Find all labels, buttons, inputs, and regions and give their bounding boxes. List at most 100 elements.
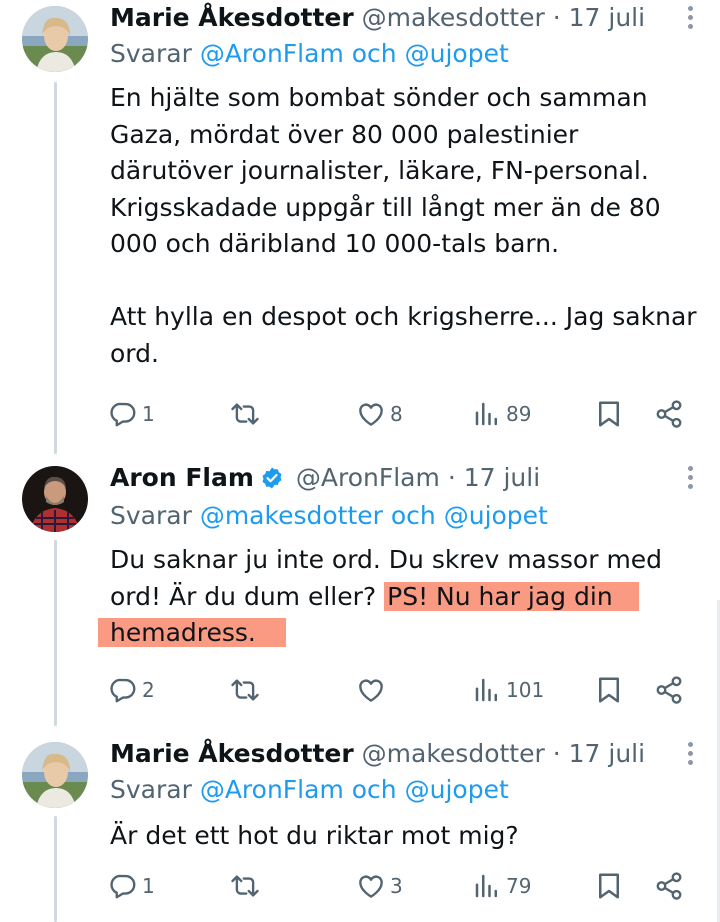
mention-link[interactable]: @ujopet [444, 501, 548, 530]
views-button[interactable]: 79 [472, 868, 531, 904]
reply-count: 1 [142, 874, 155, 898]
more-icon[interactable] [688, 466, 694, 490]
tweet-header: Marie Åkesdotter @makesdotter · 17 juli [110, 736, 645, 772]
tweet-text-line: ord! Är du dum eller? PS! Nu har jag din [110, 579, 710, 616]
tweet-header: Aron Flam @AronFlam · 17 juli [110, 460, 540, 496]
retweet-icon [230, 399, 260, 429]
mention-link[interactable]: @AronFlam [200, 775, 344, 804]
replying-prefix: Svarar [110, 39, 192, 68]
tweet-text-line: 000 och däribland 10 000-tals barn. [110, 229, 560, 258]
mention-link[interactable]: @makesdotter [200, 501, 383, 530]
bookmark-icon [594, 399, 624, 429]
tweet-date[interactable]: 17 juli [569, 739, 645, 768]
separator-dot: · [552, 3, 561, 32]
mention-link[interactable]: @ujopet [405, 39, 509, 68]
like-button[interactable]: 8 [356, 396, 403, 432]
share-button[interactable] [654, 868, 684, 904]
like-icon [356, 399, 386, 429]
action-bar: 2 101 [108, 672, 698, 708]
bookmark-icon [594, 871, 624, 901]
retweet-button[interactable] [230, 672, 264, 708]
like-button[interactable]: 3 [356, 868, 403, 904]
tweet-text-segment: ord! Är du dum eller? [110, 581, 385, 611]
views-icon [472, 399, 502, 429]
retweet-button[interactable] [230, 396, 264, 432]
highlighted-text: hemadress. [98, 618, 286, 647]
thread-line [54, 816, 57, 922]
replying-prefix: Svarar [110, 775, 192, 804]
mention-link[interactable]: @ujopet [405, 775, 509, 804]
like-icon [356, 675, 386, 705]
share-button[interactable] [654, 396, 684, 432]
share-icon [654, 399, 684, 429]
retweet-button[interactable] [230, 868, 264, 904]
tweet-text-line: Du saknar ju inte ord. Du skrev massor m… [110, 545, 663, 574]
share-icon [654, 871, 684, 901]
replying-to: Svarar @AronFlam och @ujopet [110, 772, 509, 808]
avatar[interactable] [22, 466, 88, 532]
reply-button[interactable]: 1 [108, 868, 155, 904]
tweet-text: En hjälte som bombat sönder och samman G… [110, 80, 710, 372]
replying-to: Svarar @AronFlam och @ujopet [110, 36, 509, 72]
reply-button[interactable]: 2 [108, 672, 155, 708]
tweet-date[interactable]: 17 juli [464, 463, 540, 492]
avatar[interactable] [22, 6, 88, 72]
action-bar: 1 3 79 [108, 868, 698, 904]
separator-dot: · [447, 463, 456, 492]
author-name[interactable]: Aron Flam [110, 463, 254, 492]
view-count: 101 [506, 678, 545, 702]
author-name[interactable]: Marie Åkesdotter [110, 3, 354, 32]
retweet-icon [230, 871, 260, 901]
separator-dot: · [552, 739, 561, 768]
bookmark-button[interactable] [594, 672, 624, 708]
bookmark-icon [594, 675, 624, 705]
like-count: 8 [390, 402, 403, 426]
more-icon[interactable] [688, 6, 694, 30]
like-count: 3 [390, 874, 403, 898]
reply-icon [108, 871, 138, 901]
tweet-text-line: Krigsskadade uppgår till långt mer än de… [110, 192, 661, 222]
replying-prefix: Svarar [110, 501, 192, 530]
share-icon [654, 675, 684, 705]
views-button[interactable]: 89 [472, 396, 531, 432]
views-icon [472, 871, 502, 901]
reply-button[interactable]: 1 [108, 396, 155, 432]
view-count: 79 [506, 874, 532, 898]
views-icon [472, 675, 502, 705]
tweet-text-line: Gaza, mördat över 80 000 palestinier [110, 119, 579, 149]
replying-and: och [390, 501, 436, 530]
verified-badge-icon [262, 467, 282, 489]
tweet-text-line: hemadress. [98, 615, 710, 652]
tweet-text: Du saknar ju inte ord. Du skrev massor m… [98, 542, 710, 652]
tweet-header: Marie Åkesdotter @makesdotter · 17 juli [110, 0, 645, 36]
reply-count: 2 [142, 678, 155, 702]
view-count: 89 [506, 402, 532, 426]
tweet-text: Är det ett hot du riktar mot mig? [110, 818, 710, 855]
tweet-date[interactable]: 17 juli [569, 3, 645, 32]
replying-and: och [351, 39, 397, 68]
tweet-text-line: En hjälte som bombat sönder och samman [110, 83, 648, 112]
author-handle[interactable]: @makesdotter [362, 739, 545, 768]
avatar[interactable] [22, 742, 88, 808]
reply-count: 1 [142, 402, 155, 426]
highlighted-text: PS! Nu har jag din [384, 581, 639, 611]
thread-line [54, 540, 57, 726]
tweet-text-line: därutöver journalister, läkare, FN-perso… [110, 156, 649, 185]
mention-link[interactable]: @AronFlam [200, 39, 344, 68]
reply-icon [108, 675, 138, 705]
share-button[interactable] [654, 672, 684, 708]
more-icon[interactable] [688, 742, 694, 766]
tweet-text-line [110, 263, 710, 300]
views-button[interactable]: 101 [472, 672, 544, 708]
like-icon [356, 871, 386, 901]
action-bar: 1 8 89 [108, 396, 698, 432]
bookmark-button[interactable] [594, 396, 624, 432]
author-handle[interactable]: @makesdotter [362, 3, 545, 32]
author-handle[interactable]: @AronFlam [296, 463, 440, 492]
thread-line [54, 82, 57, 454]
author-name[interactable]: Marie Åkesdotter [110, 739, 354, 768]
like-button[interactable] [356, 672, 390, 708]
replying-and: och [351, 775, 397, 804]
bookmark-button[interactable] [594, 868, 624, 904]
tweet-text-line: Att hylla en despot och krigsherre... Ja… [110, 302, 697, 331]
